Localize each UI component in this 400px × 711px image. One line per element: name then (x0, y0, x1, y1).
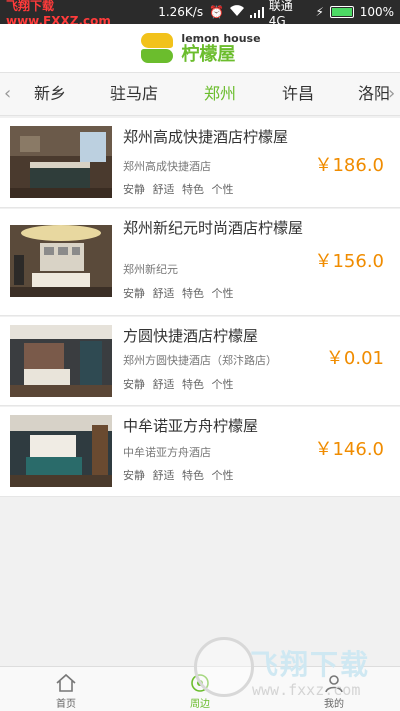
chevron-right-icon[interactable]: › (388, 73, 395, 115)
hotel-subtitle: 中牟诺亚方舟酒店 (123, 446, 211, 459)
tab-zhengzhou[interactable]: 郑州 (204, 73, 236, 115)
network-speed: 1.26K/s (158, 5, 204, 19)
watermark-title: 飞翔下载 (250, 648, 371, 681)
hotel-subtitle: 郑州新纪元 (123, 263, 178, 276)
status-bar: 飞翔下载 www.FXXZ.com 1.26K/s ⏰ 联通 4G ⚡ 100% (0, 0, 400, 28)
list-item[interactable]: 郑州高成快捷酒店柠檬屋 郑州高成快捷酒店 安静 舒适 特色 个性 ￥186.0 (0, 118, 400, 208)
city-tabs: ‹ 新乡 驻马店 郑州 许昌 洛阳 › (0, 72, 400, 116)
tab-luoyang[interactable]: 洛阳 (358, 73, 390, 115)
hotel-subtitle: 郑州高成快捷酒店 (123, 160, 211, 173)
battery-percent: 100% (359, 5, 394, 19)
hotel-list: 郑州高成快捷酒店柠檬屋 郑州高成快捷酒店 安静 舒适 特色 个性 ￥186.0 … (0, 118, 400, 498)
hotel-price: ￥0.01 (325, 348, 384, 369)
hotel-tags: 安静 舒适 特色 个性 (123, 287, 234, 300)
tab-home[interactable]: 首页 (36, 667, 96, 711)
hotel-name: 郑州新纪元时尚酒店柠檬屋 (123, 219, 304, 237)
hotel-price: ￥146.0 (314, 439, 384, 460)
battery-icon (329, 6, 354, 18)
watermark-url: www.fxxz.com (252, 681, 361, 699)
hotel-price: ￥156.0 (314, 251, 384, 272)
app-logo: lemon house 柠檬屋 (139, 30, 261, 66)
hotel-name: 中牟诺亚方舟柠檬屋 (123, 417, 259, 435)
hotel-price: ￥186.0 (314, 155, 384, 176)
app-header: lemon house 柠檬屋 (0, 24, 400, 72)
hotel-tags: 安静 舒适 特色 个性 (123, 183, 234, 196)
hotel-photo (10, 225, 112, 297)
lemon-logo-icon (139, 30, 175, 66)
hotel-photo (10, 325, 112, 397)
home-icon (56, 673, 76, 692)
hotel-photo (10, 415, 112, 487)
list-item[interactable]: 中牟诺亚方舟柠檬屋 中牟诺亚方舟酒店 安静 舒适 特色 个性 ￥146.0 (0, 407, 400, 497)
list-item[interactable]: 郑州新纪元时尚酒店柠檬屋 郑州新纪元 安静 舒适 特色 个性 ￥156.0 (0, 209, 400, 316)
charging-icon: ⚡ (315, 5, 324, 19)
hotel-name: 方圆快捷酒店柠檬屋 (123, 327, 259, 345)
tab-zhumadian[interactable]: 驻马店 (110, 73, 158, 115)
tab-home-label: 首页 (56, 699, 76, 710)
hotel-tags: 安静 舒适 特色 个性 (123, 378, 234, 391)
site-watermark: 飞翔下载 www.fxxz.com (194, 637, 390, 707)
tab-xinxiang[interactable]: 新乡 (34, 73, 66, 115)
tab-xuchang[interactable]: 许昌 (282, 73, 314, 115)
hotel-tags: 安静 舒适 特色 个性 (123, 469, 234, 482)
list-item[interactable]: 方圆快捷酒店柠檬屋 郑州方圆快捷酒店（郑汴路店） 安静 舒适 特色 个性 ￥0.… (0, 317, 400, 406)
chevron-left-icon[interactable]: ‹ (4, 73, 11, 115)
watermark-logo-icon (194, 637, 254, 697)
hotel-name: 郑州高成快捷酒店柠檬屋 (123, 128, 289, 146)
logo-chinese: 柠檬屋 (181, 43, 236, 65)
hotel-photo (10, 126, 112, 198)
logo-english: lemon house (181, 31, 261, 45)
wifi-icon (230, 5, 245, 19)
alarm-icon: ⏰ (209, 5, 225, 19)
signal-icon (250, 6, 265, 18)
hotel-subtitle: 郑州方圆快捷酒店（郑汴路店） (123, 354, 277, 367)
